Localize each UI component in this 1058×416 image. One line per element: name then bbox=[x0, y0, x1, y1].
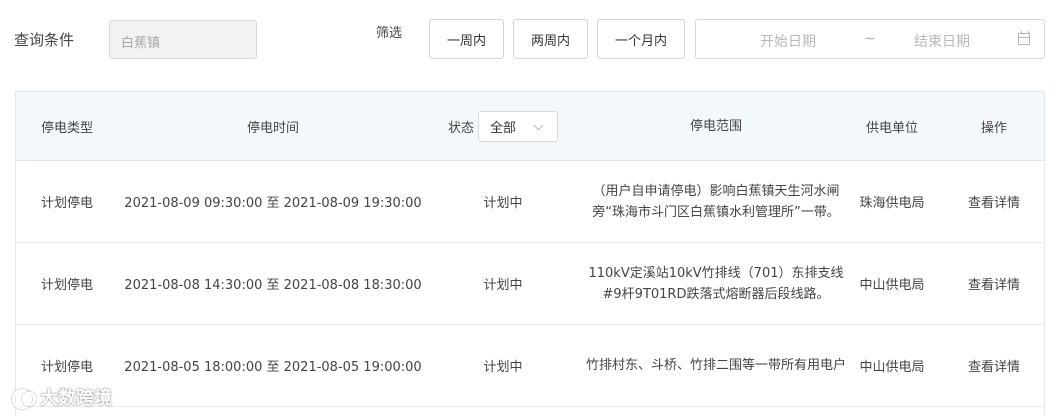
cell-type: 计划停电 bbox=[40, 196, 93, 211]
table-header: 停电类型 停电时间 状态 全部 停电范围 供电单位 操作 bbox=[16, 92, 1044, 161]
header-range: 停电范围 bbox=[689, 119, 742, 134]
header-status: 状态 全部 bbox=[428, 92, 578, 161]
cell-time: 2021-08-09 09:30:00 至 2021-08-09 19:30:0… bbox=[124, 196, 422, 211]
calendar-icon[interactable] bbox=[1018, 31, 1030, 45]
town-input[interactable]: 白蕉镇 bbox=[109, 20, 257, 59]
watermark: 大数跨境 bbox=[10, 384, 112, 410]
cell-unit: 珠海供电局 bbox=[859, 196, 925, 211]
date-separator: ~ bbox=[864, 31, 876, 47]
header-time: 停电时间 bbox=[246, 121, 299, 136]
cell-range: （用户自申请停电）影响白蕉镇天生河水闸旁“珠海市斗门区白蕉镇水利管理所”一带。 bbox=[592, 183, 840, 220]
table-row: 计划停电 2021-08-09 09:30:00 至 2021-08-09 19… bbox=[16, 161, 1044, 243]
two-weeks-button[interactable]: 两周内 bbox=[513, 19, 588, 59]
cell-unit: 中山供电局 bbox=[859, 360, 925, 375]
watermark-text: 大数跨境 bbox=[40, 388, 112, 409]
header-type: 停电类型 bbox=[40, 121, 93, 136]
one-week-button[interactable]: 一周内 bbox=[429, 19, 504, 59]
header-status-label: 状态 bbox=[447, 121, 474, 136]
one-month-button[interactable]: 一个月内 bbox=[597, 19, 685, 59]
cell-range: 竹排村东、斗桥、竹排二围等一带所有用电户 bbox=[585, 358, 846, 373]
chevron-down-icon bbox=[533, 120, 544, 131]
status-select-value: 全部 bbox=[490, 121, 517, 136]
view-detail-link[interactable]: 查看详情 bbox=[946, 161, 1042, 242]
header-unit: 供电单位 bbox=[865, 121, 918, 136]
cell-type: 计划停电 bbox=[40, 278, 93, 293]
cell-time: 2021-08-05 18:00:00 至 2021-08-05 19:00:0… bbox=[124, 360, 422, 375]
cell-status: 计划中 bbox=[483, 196, 523, 211]
header-op: 操作 bbox=[980, 121, 1007, 136]
cell-time: 2021-08-08 14:30:00 至 2021-08-08 18:30:0… bbox=[124, 278, 422, 293]
end-date-input[interactable]: 结束日期 bbox=[914, 31, 970, 51]
watermark-logo-icon bbox=[10, 387, 36, 409]
date-range-picker[interactable]: 开始日期 ~ 结束日期 bbox=[695, 19, 1045, 59]
cell-status: 计划中 bbox=[483, 360, 523, 375]
outage-table: 停电类型 停电时间 状态 全部 停电范围 供电单位 操作 计划停电 2021-0… bbox=[15, 91, 1045, 416]
view-detail-link[interactable]: 查看详情 bbox=[946, 243, 1042, 324]
cell-range: 110kV定溪站10kV竹排线（701）东排支线#9杆9T01RD跌落式熔断器后… bbox=[588, 265, 844, 302]
view-detail-link[interactable]: 查看详情 bbox=[946, 325, 1042, 406]
cell-unit: 中山供电局 bbox=[859, 278, 925, 293]
table-row: 计划停电 2021-08-05 18:00:00 至 2021-08-05 19… bbox=[16, 325, 1044, 407]
filter-label: 筛选 bbox=[376, 26, 403, 41]
cell-status: 计划中 bbox=[483, 278, 523, 293]
start-date-input[interactable]: 开始日期 bbox=[760, 31, 816, 51]
status-select[interactable]: 全部 bbox=[478, 111, 558, 142]
table-row: 计划停电 2021-08-08 14:30:00 至 2021-08-08 18… bbox=[16, 243, 1044, 325]
query-label: 查询条件 bbox=[14, 31, 75, 49]
